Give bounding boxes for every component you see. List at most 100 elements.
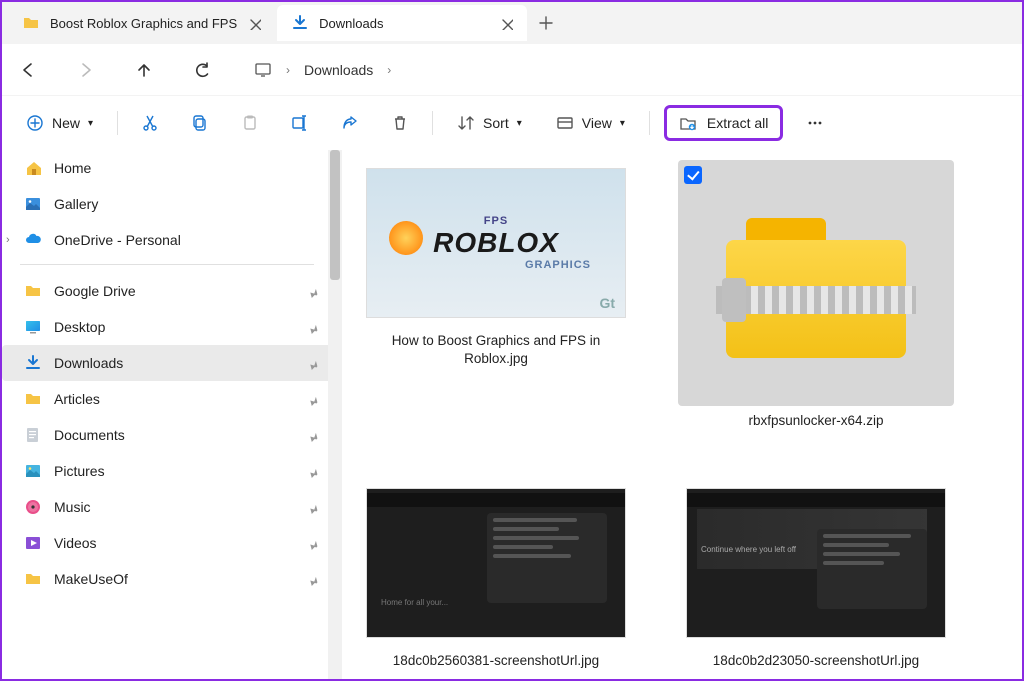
close-icon[interactable] [499,16,513,30]
file-name: 18dc0b2d23050-screenshotUrl.jpg [713,652,919,670]
sidebar-item-google-drive[interactable]: Google Drive [2,273,332,309]
pin-icon [303,354,321,372]
thumb-text: GRAPHICS [525,259,591,271]
tab-downloads[interactable]: Downloads [277,5,527,41]
more-button[interactable] [797,105,833,141]
scrollbar[interactable] [328,150,342,679]
cut-icon [141,114,159,132]
thumbnail: Home for all your... [366,488,626,638]
thumbnail: Continue where you left off [686,488,946,638]
close-icon[interactable] [247,16,261,30]
file-item[interactable]: Continue where you left off 18dc0b2d2305… [686,480,946,670]
download-icon [291,14,309,32]
pin-icon [303,462,321,480]
thumb-text: Gt [599,295,615,311]
nav-bar: › Downloads › [2,44,1022,96]
view-label: View [582,115,612,131]
sidebar-item-articles[interactable]: Articles [2,381,332,417]
pin-icon [303,570,321,588]
thumb-text: ROBLOX [433,227,559,259]
sidebar-item-desktop[interactable]: Desktop [2,309,332,345]
breadcrumb[interactable]: › Downloads › [254,61,391,79]
paste-button[interactable] [232,105,268,141]
chevron-down-icon: ▾ [620,118,625,129]
gallery-icon [24,195,42,213]
sidebar-item-pictures[interactable]: Pictures [2,453,332,489]
tab-boost-roblox[interactable]: Boost Roblox Graphics and FPS [8,5,275,41]
sidebar-item-makeuseof[interactable]: MakeUseOf [2,561,332,597]
extract-icon [679,114,699,132]
toolbar: New ▾ Sort ▾ View ▾ Extract all [2,96,1022,150]
file-item[interactable]: FPS ROBLOX GRAPHICS Gt How to Boost Grap… [366,160,626,430]
folder-icon [24,570,42,588]
up-button[interactable] [128,54,160,86]
sidebar-item-downloads[interactable]: Downloads [2,345,332,381]
cut-button[interactable] [132,105,168,141]
file-name: 18dc0b2560381-screenshotUrl.jpg [393,652,599,670]
pin-icon [303,282,321,300]
folder-icon [24,390,42,408]
folder-icon [22,14,40,32]
separator [20,264,314,265]
tab-label: Downloads [319,16,383,31]
music-icon [24,498,42,516]
sidebar-item-onedrive[interactable]: › OneDrive - Personal [2,222,332,258]
sidebar-item-gallery[interactable]: Gallery [2,186,332,222]
sidebar-item-music[interactable]: Music [2,489,332,525]
sidebar-item-label: Gallery [54,196,98,212]
sort-icon [457,114,475,132]
share-icon [341,114,359,132]
rename-button[interactable] [282,105,318,141]
thumb-text: FPS [484,215,508,227]
monitor-icon [254,61,272,79]
folder-icon [24,282,42,300]
file-name: How to Boost Graphics and FPS in Roblox.… [366,332,626,368]
chevron-down-icon: ▾ [88,118,93,129]
copy-button[interactable] [182,105,218,141]
tabs-bar: Boost Roblox Graphics and FPS Downloads [2,2,1022,44]
new-tab-button[interactable] [529,6,563,40]
share-button[interactable] [332,105,368,141]
home-icon [24,159,42,177]
pin-icon [303,390,321,408]
extract-all-button[interactable]: Extract all [664,105,783,141]
pin-icon [303,498,321,516]
videos-icon [24,534,42,552]
sidebar-item-home[interactable]: Home [2,150,332,186]
sidebar-item-documents[interactable]: Documents [2,417,332,453]
body: Home Gallery › OneDrive - Personal Googl… [2,150,1022,679]
copy-icon [191,114,209,132]
refresh-button[interactable] [186,54,218,86]
scrollbar-thumb[interactable] [330,150,340,280]
view-button[interactable]: View ▾ [546,108,635,138]
extract-label: Extract all [707,115,768,131]
pin-icon [303,534,321,552]
sidebar-item-videos[interactable]: Videos [2,525,332,561]
paste-icon [241,114,259,132]
breadcrumb-location[interactable]: Downloads [304,62,373,78]
sidebar-item-label: Videos [54,535,97,551]
new-button[interactable]: New ▾ [16,108,103,138]
separator [117,111,118,135]
chevron-right-icon[interactable]: › [6,234,10,246]
sidebar-item-label: Documents [54,427,125,443]
thumbnail: FPS ROBLOX GRAPHICS Gt [366,168,626,318]
chevron-right-icon[interactable]: › [387,63,391,77]
sidebar-item-label: Pictures [54,463,105,479]
sidebar-item-label: MakeUseOf [54,571,128,587]
plus-circle-icon [26,114,44,132]
sort-label: Sort [483,115,509,131]
sidebar-item-label: OneDrive - Personal [54,232,181,248]
sidebar-item-label: Google Drive [54,283,136,299]
sort-button[interactable]: Sort ▾ [447,108,532,138]
back-button[interactable] [12,54,44,86]
forward-button[interactable] [70,54,102,86]
file-grid: FPS ROBLOX GRAPHICS Gt How to Boost Grap… [342,150,1022,679]
tab-label: Boost Roblox Graphics and FPS [50,16,237,31]
chevron-right-icon: › [286,63,290,77]
delete-button[interactable] [382,105,418,141]
file-item[interactable]: rbxfpsunlocker-x64.zip [686,160,946,430]
file-item[interactable]: Home for all your... 18dc0b2560381-scree… [366,480,626,670]
sidebar-item-label: Downloads [54,355,123,371]
sidebar: Home Gallery › OneDrive - Personal Googl… [2,150,342,679]
